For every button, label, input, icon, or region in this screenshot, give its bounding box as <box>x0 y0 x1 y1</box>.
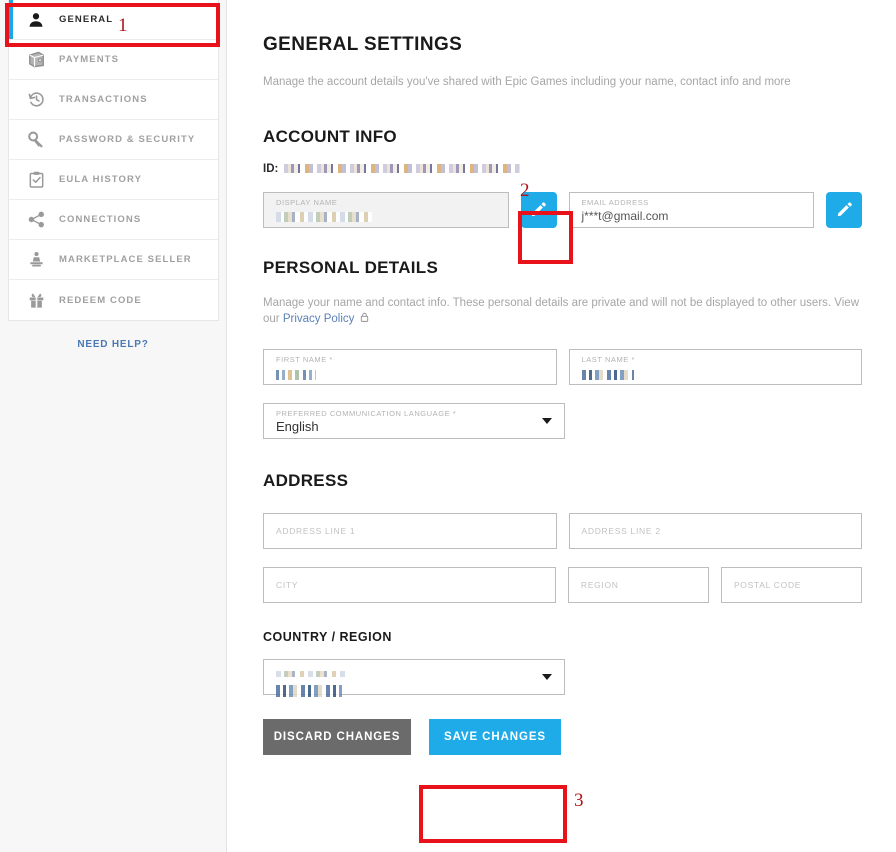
form-actions: DISCARD CHANGES SAVE CHANGES <box>263 719 862 755</box>
sidebar-nav-list: GENERAL PAYMENTS <box>8 0 219 321</box>
first-name-field[interactable]: FIRST NAME * <box>263 349 557 385</box>
save-changes-button[interactable]: SAVE CHANGES <box>429 719 561 755</box>
account-fields-row: DISPLAY NAME EMAIL ADDRESS j***t@gmail.c… <box>263 192 862 228</box>
account-id-label: ID: <box>263 163 278 175</box>
sidebar: GENERAL PAYMENTS <box>0 0 227 852</box>
preferred-language-select[interactable]: PREFERRED COMMUNICATION LANGUAGE * Engli… <box>263 403 565 439</box>
account-id-value-redacted <box>284 164 520 173</box>
address-title: ADDRESS <box>263 471 862 491</box>
city-placeholder: CITY <box>276 580 298 590</box>
address-line-1-placeholder: ADDRESS LINE 1 <box>276 526 355 536</box>
postal-code-field[interactable]: POSTAL CODE <box>721 567 862 603</box>
address-line-2-placeholder: ADDRESS LINE 2 <box>582 526 661 536</box>
country-region-select[interactable] <box>263 659 565 695</box>
first-name-value-redacted <box>276 370 316 380</box>
lock-icon <box>359 311 370 329</box>
need-help-link[interactable]: NEED HELP? <box>0 339 226 350</box>
sidebar-item-password-security[interactable]: PASSWORD & SECURITY <box>9 120 218 160</box>
gift-icon <box>25 289 47 311</box>
city-region-postal-row: CITY REGION POSTAL CODE <box>263 567 862 603</box>
language-row: PREFERRED COMMUNICATION LANGUAGE * Engli… <box>263 403 862 439</box>
last-name-value-redacted <box>582 370 634 380</box>
display-name-value-redacted <box>276 212 372 222</box>
personal-details-title: PERSONAL DETAILS <box>263 258 862 278</box>
page-subtitle: Manage the account details you've shared… <box>263 74 862 91</box>
region-placeholder: REGION <box>581 580 619 590</box>
sidebar-item-general[interactable]: GENERAL <box>9 0 218 40</box>
sidebar-item-label: EULA HISTORY <box>59 174 142 185</box>
country-region-title: COUNTRY / REGION <box>263 630 862 644</box>
edit-email-button[interactable] <box>826 192 862 228</box>
edit-display-name-button[interactable] <box>521 192 557 228</box>
privacy-policy-link[interactable]: Privacy Policy <box>283 313 355 325</box>
person-icon <box>25 9 47 31</box>
sidebar-item-payments[interactable]: PAYMENTS <box>9 40 218 80</box>
account-settings-page: GENERAL PAYMENTS <box>0 0 896 852</box>
discard-changes-button[interactable]: DISCARD CHANGES <box>263 719 411 755</box>
address-line-1-field[interactable]: ADDRESS LINE 1 <box>263 513 557 549</box>
country-region-label-redacted <box>276 671 346 677</box>
name-fields-row: FIRST NAME * LAST NAME * <box>263 349 862 385</box>
last-name-field[interactable]: LAST NAME * <box>569 349 863 385</box>
sidebar-item-label: REDEEM CODE <box>59 295 142 306</box>
city-field[interactable]: CITY <box>263 567 556 603</box>
personal-details-description: Manage your name and contact info. These… <box>263 295 862 329</box>
account-info-title: ACCOUNT INFO <box>263 127 862 147</box>
country-region-value-redacted <box>276 685 342 697</box>
region-field[interactable]: REGION <box>568 567 709 603</box>
email-address-field[interactable]: EMAIL ADDRESS j***t@gmail.com <box>569 192 815 228</box>
clipboard-check-icon <box>25 169 47 191</box>
sidebar-item-label: GENERAL <box>59 14 113 25</box>
main-content: GENERAL SETTINGS Manage the account deta… <box>227 0 896 852</box>
sidebar-item-label: TRANSACTIONS <box>59 94 148 105</box>
first-name-label: FIRST NAME * <box>276 355 544 364</box>
sidebar-item-eula-history[interactable]: EULA HISTORY <box>9 160 218 200</box>
history-clock-icon <box>25 89 47 111</box>
pencil-icon <box>530 201 547 218</box>
chevron-down-icon <box>542 418 552 424</box>
email-address-label: EMAIL ADDRESS <box>582 198 802 207</box>
address-line-2-field[interactable]: ADDRESS LINE 2 <box>569 513 863 549</box>
seller-podium-icon <box>25 249 47 271</box>
share-nodes-icon <box>25 209 47 231</box>
page-title: GENERAL SETTINGS <box>263 34 862 56</box>
sidebar-item-redeem-code[interactable]: REDEEM CODE <box>9 280 218 320</box>
postal-code-placeholder: POSTAL CODE <box>734 580 801 590</box>
address-line-row: ADDRESS LINE 1 ADDRESS LINE 2 <box>263 513 862 549</box>
email-address-value: j***t@gmail.com <box>582 208 802 224</box>
sidebar-item-label: PAYMENTS <box>59 54 119 65</box>
sidebar-item-label: CONNECTIONS <box>59 214 141 225</box>
preferred-language-label: PREFERRED COMMUNICATION LANGUAGE * <box>276 409 536 418</box>
chevron-down-icon <box>542 674 552 680</box>
wallet-icon <box>25 49 47 71</box>
sidebar-item-label: PASSWORD & SECURITY <box>59 134 195 145</box>
country-region-row <box>263 659 862 695</box>
key-icon <box>25 129 47 151</box>
display-name-label: DISPLAY NAME <box>276 198 496 207</box>
sidebar-item-connections[interactable]: CONNECTIONS <box>9 200 218 240</box>
preferred-language-value: English <box>276 419 536 435</box>
sidebar-item-marketplace-seller[interactable]: MARKETPLACE SELLER <box>9 240 218 280</box>
last-name-label: LAST NAME * <box>582 355 850 364</box>
sidebar-item-transactions[interactable]: TRANSACTIONS <box>9 80 218 120</box>
display-name-field[interactable]: DISPLAY NAME <box>263 192 509 228</box>
pencil-icon <box>836 201 853 218</box>
sidebar-item-label: MARKETPLACE SELLER <box>59 254 192 265</box>
account-id-row: ID: <box>263 163 862 175</box>
